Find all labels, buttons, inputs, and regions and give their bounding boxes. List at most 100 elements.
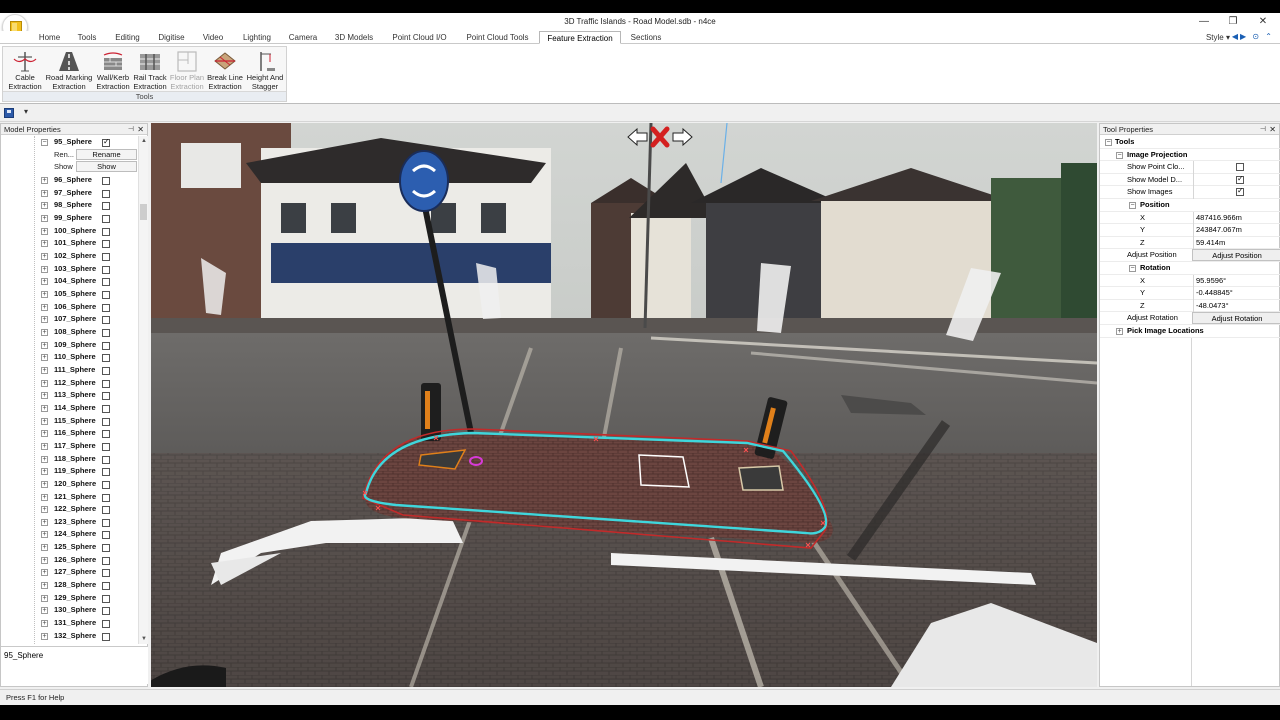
expand-icon[interactable]: + — [41, 227, 48, 235]
expand-icon[interactable]: + — [41, 366, 48, 374]
expand-icon[interactable]: + — [41, 189, 48, 197]
scrollbar-thumb[interactable] — [140, 204, 147, 220]
rename-button[interactable]: Rename — [76, 149, 137, 160]
tree-item[interactable]: +98_Sphere — [1, 199, 138, 212]
expand-icon[interactable]: + — [41, 392, 48, 400]
position-z-value[interactable]: 59.414m — [1193, 236, 1280, 250]
tab-editing[interactable]: Editing — [110, 31, 145, 44]
tree-item[interactable]: +118_Sphere — [1, 453, 138, 466]
visibility-checkbox[interactable] — [102, 240, 110, 249]
expand-icon[interactable]: + — [41, 455, 48, 463]
visibility-checkbox[interactable] — [102, 328, 110, 337]
visibility-checkbox[interactable] — [102, 455, 110, 464]
image-projection-category[interactable]: − Image Projection — [1100, 149, 1280, 162]
expand-icon[interactable]: + — [41, 341, 48, 349]
visibility-checkbox[interactable] — [102, 468, 110, 477]
visibility-checkbox[interactable] — [102, 442, 110, 451]
visibility-checkbox[interactable] — [102, 252, 110, 261]
expand-icon[interactable]: + — [41, 278, 48, 286]
expand-icon[interactable]: + — [41, 177, 48, 184]
tree-item[interactable]: +112_Sphere — [1, 377, 138, 390]
expand-icon[interactable]: + — [1116, 328, 1123, 335]
tab-3d-models[interactable]: 3D Models — [330, 31, 378, 44]
pick-image-locations-category[interactable]: + Pick Image Locations — [1100, 325, 1280, 338]
visibility-checkbox[interactable] — [102, 506, 110, 515]
expand-icon[interactable]: + — [41, 632, 48, 640]
close-window-button[interactable]: ✕ — [1255, 15, 1271, 29]
tab-video[interactable]: Video — [198, 31, 228, 44]
expand-icon[interactable]: + — [41, 493, 48, 501]
visibility-checkbox[interactable] — [102, 556, 110, 565]
tree-item[interactable]: +113_Sphere — [1, 389, 138, 402]
visibility-checkbox[interactable] — [102, 316, 110, 325]
tree-item[interactable]: +128_Sphere — [1, 579, 138, 592]
tab-point-cloud-io[interactable]: Point Cloud I/O — [386, 31, 453, 44]
visibility-checkbox[interactable] — [102, 392, 110, 401]
tree-item[interactable]: +122_Sphere — [1, 503, 138, 516]
tree-item[interactable]: +105_Sphere — [1, 288, 138, 301]
tree-item[interactable]: +126_Sphere — [1, 554, 138, 567]
tools-category[interactable]: − Tools — [1100, 136, 1280, 149]
expand-icon[interactable]: + — [41, 569, 48, 577]
navigation-widget[interactable] — [625, 125, 695, 149]
minimize-button[interactable]: — — [1196, 15, 1212, 29]
visibility-checkbox[interactable] — [102, 480, 110, 489]
tree-item[interactable]: +131_Sphere — [1, 617, 138, 630]
visibility-checkbox[interactable] — [102, 518, 110, 527]
tree-item[interactable]: +130_Sphere — [1, 604, 138, 617]
ribbon-extra-icons[interactable]: ◀▶ ⊙ ⌃ — [1232, 32, 1274, 43]
tree-item[interactable]: +111_Sphere — [1, 364, 138, 377]
expand-icon[interactable]: + — [41, 290, 48, 298]
expand-icon[interactable]: + — [41, 354, 48, 362]
3d-viewport[interactable] — [151, 123, 1097, 687]
expand-icon[interactable]: + — [41, 379, 48, 387]
expand-icon[interactable]: + — [41, 544, 48, 552]
expand-icon[interactable]: + — [41, 480, 48, 488]
model-tree-scrollbar[interactable]: ▲ ▼ — [138, 136, 148, 644]
visibility-checkbox[interactable] — [102, 366, 110, 375]
visibility-checkbox[interactable] — [102, 354, 110, 363]
visibility-checkbox[interactable] — [102, 493, 110, 502]
position-y-value[interactable]: 243847.067m — [1193, 224, 1280, 237]
visibility-checkbox[interactable] — [102, 136, 110, 149]
expand-icon[interactable]: + — [41, 506, 48, 514]
position-category[interactable]: − Position — [1100, 199, 1280, 212]
visibility-checkbox[interactable] — [102, 607, 110, 616]
visibility-checkbox[interactable] — [102, 569, 110, 578]
visibility-checkbox[interactable] — [102, 214, 110, 223]
expand-icon[interactable]: + — [41, 265, 48, 273]
tree-item[interactable]: +115_Sphere — [1, 415, 138, 428]
tree-item[interactable]: +132_Sphere — [1, 630, 138, 643]
visibility-checkbox[interactable] — [102, 303, 110, 312]
collapse-icon[interactable]: − — [41, 139, 48, 146]
rotation-x-value[interactable]: 95.9596° — [1193, 274, 1280, 288]
tab-feature-extraction[interactable]: Feature Extraction — [539, 31, 621, 44]
tree-item[interactable]: +114_Sphere — [1, 402, 138, 415]
tree-item-expanded[interactable]: − 95_Sphere — [1, 136, 138, 149]
height-and-stagger-button[interactable]: Height And Stagger — [244, 49, 286, 93]
wall-kerb-extraction-button[interactable]: Wall/Kerb Extraction — [94, 49, 132, 93]
expand-icon[interactable]: + — [41, 518, 48, 526]
break-line-extraction-button[interactable]: Break Line Extraction — [205, 49, 245, 93]
tree-item[interactable]: +101_Sphere — [1, 237, 138, 250]
tree-item[interactable]: +97_Sphere — [1, 187, 138, 200]
style-dropdown[interactable]: Style ▾ — [1206, 31, 1230, 44]
quick-access-dropdown[interactable]: ▾ — [24, 107, 28, 116]
show-images-checkbox[interactable] — [1236, 185, 1244, 198]
pin-icon[interactable]: ⊣ — [128, 124, 134, 135]
tab-tools[interactable]: Tools — [73, 31, 101, 44]
tab-lighting[interactable]: Lighting — [237, 31, 277, 44]
visibility-checkbox[interactable] — [102, 379, 110, 388]
expand-icon[interactable]: + — [41, 430, 48, 438]
visibility-checkbox[interactable] — [102, 531, 110, 540]
tree-item[interactable]: +96_Sphere — [1, 174, 138, 187]
tree-item[interactable]: +119_Sphere — [1, 465, 138, 478]
visibility-checkbox[interactable] — [102, 341, 110, 350]
expand-icon[interactable]: + — [41, 620, 48, 628]
tree-item[interactable]: +127_Sphere — [1, 566, 138, 579]
tree-item[interactable]: +110_Sphere — [1, 351, 138, 364]
position-x-value[interactable]: 487416.966m — [1193, 211, 1280, 225]
close-icon[interactable]: ✕ — [1269, 124, 1276, 135]
expand-icon[interactable]: + — [41, 531, 48, 539]
rail-track-extraction-button[interactable]: Rail Track Extraction — [131, 49, 169, 93]
